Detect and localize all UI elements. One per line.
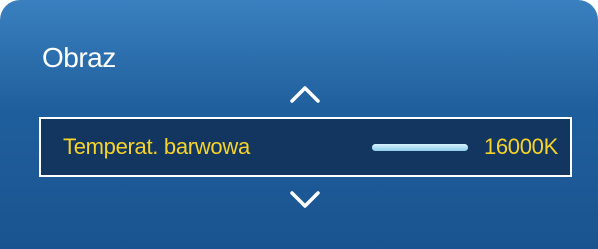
setting-label: Temperat. barwowa xyxy=(63,134,250,159)
picture-menu-panel: Obraz Temperat. barwowa 16000K xyxy=(0,0,598,249)
color-temperature-setting[interactable]: Temperat. barwowa 16000K xyxy=(39,117,572,177)
slider-fill xyxy=(372,144,468,151)
chevron-down-icon[interactable] xyxy=(287,189,323,211)
color-temperature-slider[interactable] xyxy=(372,144,468,151)
chevron-up-icon[interactable] xyxy=(287,83,323,105)
menu-title: Obraz xyxy=(42,42,116,73)
setting-value: 16000K xyxy=(483,134,558,159)
